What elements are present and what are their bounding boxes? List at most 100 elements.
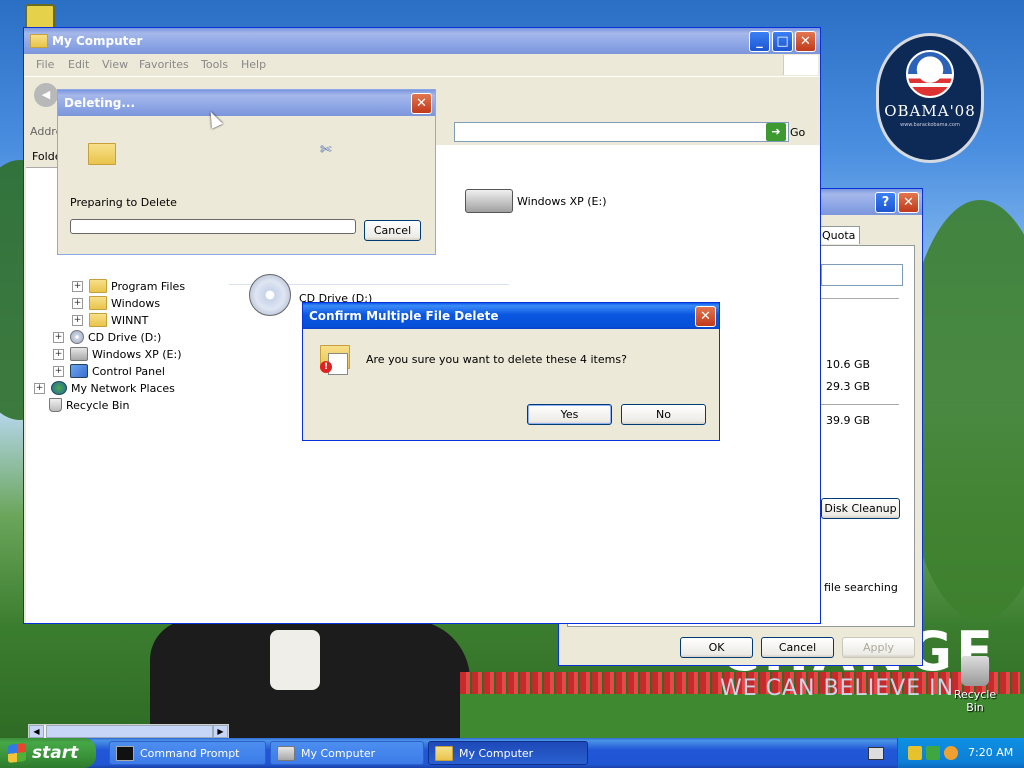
expand-icon[interactable]: + bbox=[34, 382, 45, 394]
ok-button[interactable]: OK bbox=[680, 637, 753, 658]
tree-item-label: My Network Places bbox=[71, 381, 175, 395]
taskbar-item-label: My Computer bbox=[301, 746, 376, 760]
menu-edit[interactable]: Edit bbox=[68, 58, 89, 71]
tree-item-label: CD Drive (D:) bbox=[88, 330, 162, 344]
hard-drive-icon[interactable] bbox=[465, 189, 513, 213]
recycle-bin-icon bbox=[49, 398, 62, 412]
expand-icon[interactable]: + bbox=[72, 280, 83, 292]
expand-icon[interactable]: + bbox=[72, 297, 83, 309]
deleting-close-button[interactable]: ✕ bbox=[411, 93, 432, 114]
tab-quota[interactable]: Quota bbox=[817, 226, 861, 244]
indexing-text: file searching bbox=[824, 581, 898, 594]
folder-icon bbox=[88, 143, 116, 165]
properties-cancel-button[interactable]: Cancel bbox=[761, 637, 834, 658]
taskbar-item-my-computer[interactable]: My Computer bbox=[270, 741, 424, 765]
taskbar-item-my-computer-active[interactable]: My Computer bbox=[428, 741, 588, 765]
campaign-badge: OBAMA'08 www.barackobama.com bbox=[876, 33, 984, 163]
tree-item[interactable]: + WINNT bbox=[72, 312, 148, 328]
cd-drive-icon bbox=[70, 330, 84, 344]
campaign-logo-icon bbox=[906, 50, 954, 98]
confirm-message: Are you sure you want to delete these 4 … bbox=[366, 353, 627, 366]
tree-item[interactable]: + CD Drive (D:) bbox=[53, 329, 161, 345]
used-space-value: 10.6 GB bbox=[826, 358, 871, 371]
folder-icon bbox=[89, 296, 107, 310]
start-label: start bbox=[32, 743, 79, 763]
deleting-titlebar[interactable]: Deleting... ✕ bbox=[58, 90, 435, 116]
menu-view[interactable]: View bbox=[102, 58, 128, 71]
confirm-title: Confirm Multiple File Delete bbox=[309, 309, 499, 323]
windows-logo-icon bbox=[783, 55, 818, 75]
drive-e-label[interactable]: Windows XP (E:) bbox=[517, 195, 607, 208]
go-button[interactable]: Go bbox=[790, 126, 805, 139]
no-button[interactable]: No bbox=[621, 404, 706, 425]
delete-warning-icon: ! bbox=[320, 345, 350, 375]
divider bbox=[821, 298, 899, 299]
deleting-title: Deleting... bbox=[64, 96, 136, 110]
drive-label-field[interactable] bbox=[821, 264, 903, 286]
tree-item[interactable]: + Program Files bbox=[72, 278, 185, 294]
expand-icon[interactable]: + bbox=[53, 348, 64, 360]
clock: 7:20 AM bbox=[968, 746, 1014, 759]
tree-item[interactable]: Recycle Bin bbox=[49, 397, 129, 413]
tree-item[interactable]: + Windows XP (E:) bbox=[53, 346, 182, 362]
properties-close-button[interactable]: ✕ bbox=[898, 192, 919, 213]
system-tray: 7:20 AM bbox=[897, 738, 1024, 768]
my-computer-icon bbox=[30, 34, 48, 48]
expand-icon[interactable]: + bbox=[53, 365, 64, 377]
recycle-animation-icon: ✄ bbox=[320, 142, 332, 158]
confirm-titlebar[interactable]: Confirm Multiple File Delete ✕ bbox=[303, 303, 719, 329]
menu-favorites[interactable]: Favorites bbox=[139, 58, 189, 71]
help-button[interactable]: ? bbox=[875, 192, 896, 213]
horizontal-scrollbar[interactable]: ◀ ▶ bbox=[28, 724, 229, 739]
tree-item-label: Control Panel bbox=[92, 364, 165, 378]
start-button[interactable]: start bbox=[0, 738, 96, 768]
apply-button[interactable]: Apply bbox=[842, 637, 915, 658]
maximize-button[interactable]: □ bbox=[772, 31, 793, 52]
control-panel-icon bbox=[70, 364, 88, 378]
deleting-status: Preparing to Delete bbox=[70, 196, 177, 209]
network-icon bbox=[51, 381, 67, 395]
slogan-text: WE CAN BELIEVE IN bbox=[720, 676, 955, 701]
menu-bar: File Edit View Favorites Tools Help bbox=[24, 54, 820, 77]
command-prompt-icon bbox=[116, 745, 134, 761]
scroll-left-button[interactable]: ◀ bbox=[29, 725, 44, 738]
search-icon[interactable] bbox=[944, 746, 958, 760]
free-space-value: 29.3 GB bbox=[826, 380, 871, 393]
close-button[interactable]: ✕ bbox=[795, 31, 816, 52]
my-computer-titlebar[interactable]: My Computer _ □ ✕ bbox=[24, 28, 820, 54]
network-icon[interactable] bbox=[926, 746, 940, 760]
security-shield-icon[interactable] bbox=[908, 746, 922, 760]
expand-icon[interactable]: + bbox=[72, 314, 83, 326]
keyboard-icon[interactable] bbox=[868, 747, 884, 760]
address-input[interactable]: ▼ bbox=[454, 122, 789, 142]
tree-item[interactable]: + My Network Places bbox=[34, 380, 175, 396]
tree-item[interactable]: + Control Panel bbox=[53, 363, 165, 379]
deleting-cancel-button[interactable]: Cancel bbox=[364, 220, 421, 241]
desktop-recycle-bin[interactable]: Recycle Bin bbox=[944, 656, 1006, 714]
scroll-right-button[interactable]: ▶ bbox=[213, 725, 228, 738]
background-figure-cuff bbox=[270, 630, 320, 690]
back-button[interactable]: ◀ bbox=[34, 83, 58, 107]
cd-drive-icon[interactable] bbox=[249, 274, 291, 316]
recycle-bin-icon bbox=[961, 656, 989, 686]
folder-icon bbox=[89, 279, 107, 293]
folder-icon bbox=[89, 313, 107, 327]
minimize-button[interactable]: _ bbox=[749, 31, 770, 52]
go-arrow-icon[interactable]: ➜ bbox=[766, 123, 786, 141]
disk-cleanup-button[interactable]: Disk Cleanup bbox=[821, 498, 900, 519]
confirm-close-button[interactable]: ✕ bbox=[695, 306, 716, 327]
menu-help[interactable]: Help bbox=[241, 58, 266, 71]
deleting-dialog: Deleting... ✕ ✄ Preparing to Delete Canc… bbox=[57, 89, 436, 255]
menu-file[interactable]: File bbox=[36, 58, 54, 71]
yes-button[interactable]: Yes bbox=[527, 404, 612, 425]
expand-icon[interactable]: + bbox=[53, 331, 64, 343]
tree-item-label: Program Files bbox=[111, 279, 186, 293]
window-title: My Computer bbox=[52, 34, 143, 48]
taskbar-item-label: My Computer bbox=[459, 746, 534, 760]
campaign-badge-url: www.barackobama.com bbox=[900, 122, 960, 128]
taskbar-item-command-prompt[interactable]: Command Prompt bbox=[109, 741, 266, 765]
scroll-thumb[interactable] bbox=[46, 725, 213, 738]
tree-item[interactable]: + Windows bbox=[72, 295, 160, 311]
campaign-badge-text: OBAMA'08 bbox=[884, 102, 976, 120]
menu-tools[interactable]: Tools bbox=[201, 58, 228, 71]
